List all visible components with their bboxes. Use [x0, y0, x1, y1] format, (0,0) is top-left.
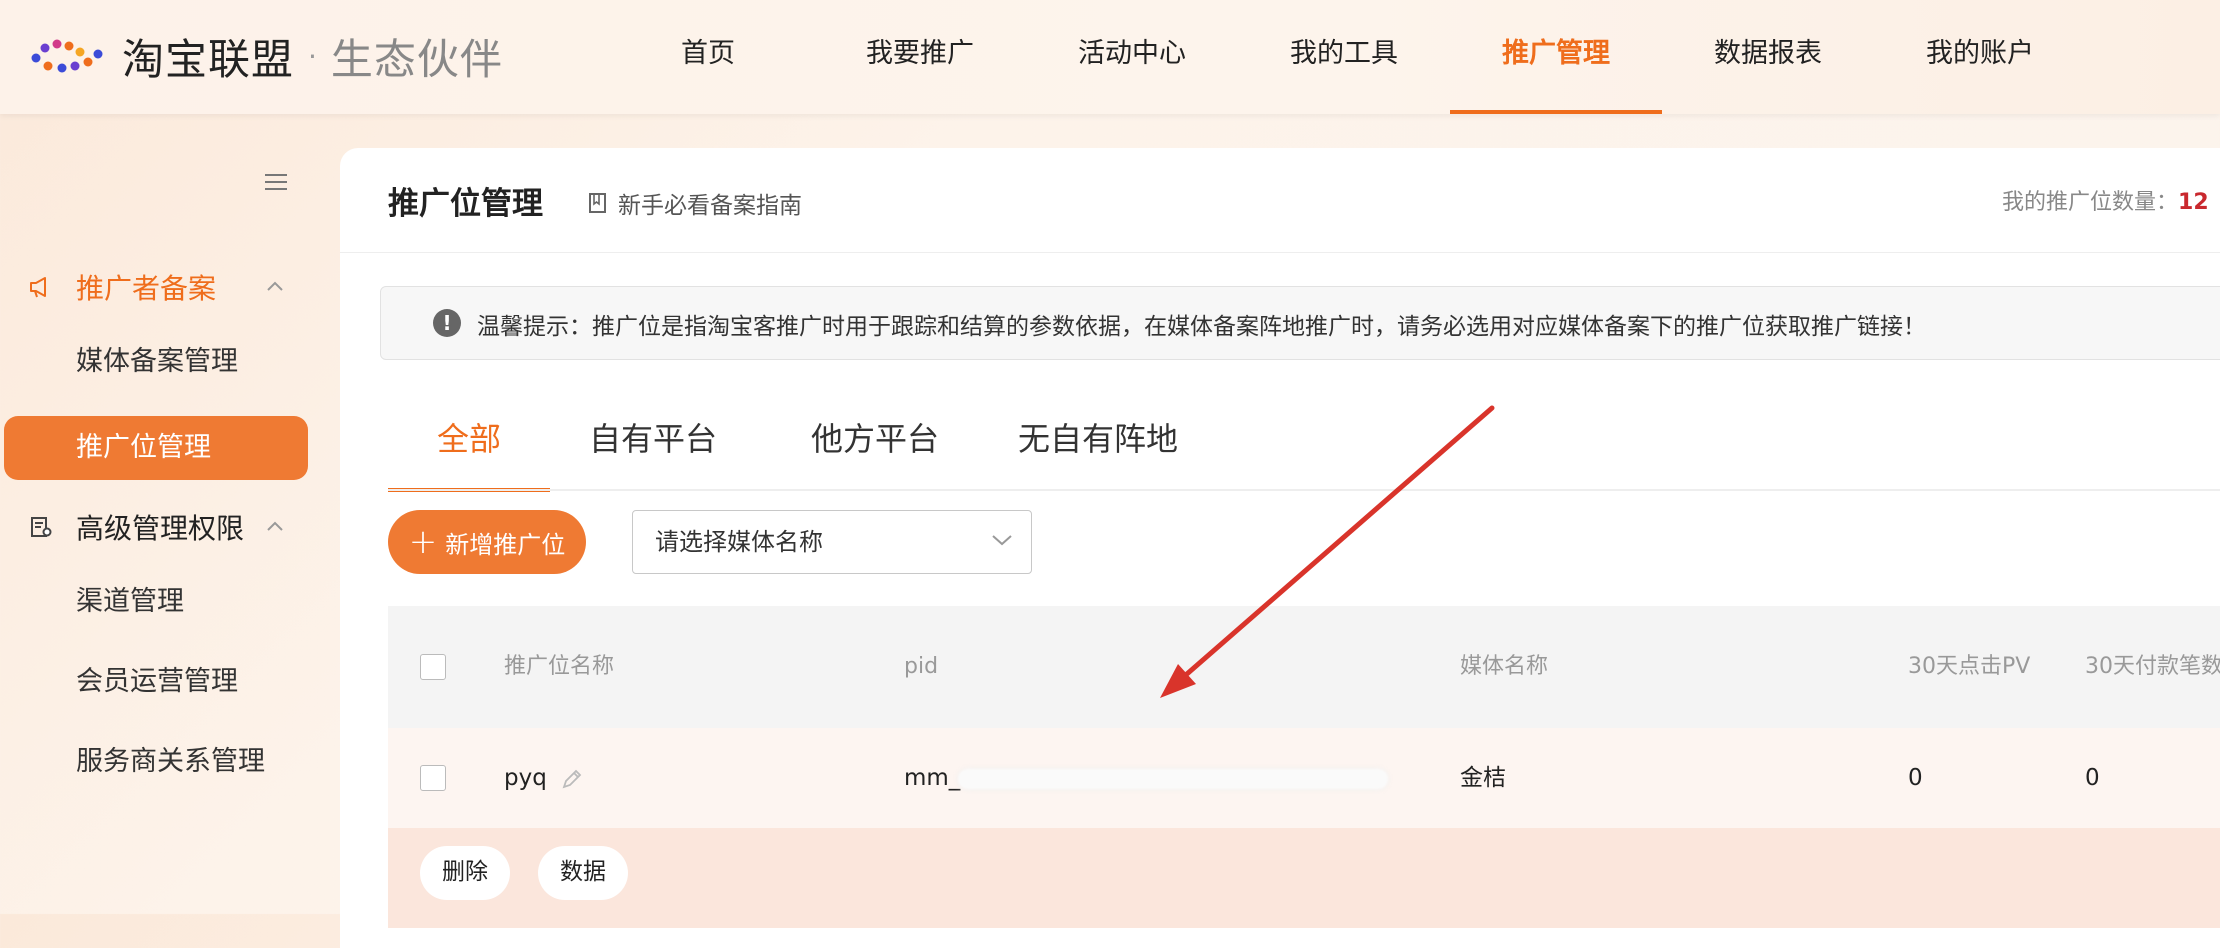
col-pid: pid [904, 654, 939, 679]
alimama-logo-icon [31, 39, 103, 73]
add-adzone-label: 新增推广位 [445, 530, 566, 559]
sidebar-section-label: 高级管理权限 [76, 512, 245, 545]
edit-pencil-icon[interactable] [560, 767, 584, 791]
chevron-up-icon [267, 521, 283, 531]
filing-guide-link[interactable]: 新手必看备案指南 [588, 186, 802, 220]
main-nav: 首页 我要推广 活动中心 我的工具 推广管理 数据报表 我的账户 [602, 0, 2086, 114]
adzone-name-text: pyq [504, 765, 547, 791]
chevron-down-icon [992, 535, 1012, 546]
admin-icon [28, 514, 54, 540]
plus-icon: + [408, 522, 438, 562]
nav-promotion-management[interactable]: 推广管理 [1450, 0, 1662, 114]
tab-third-party-platform[interactable]: 他方平台 [756, 392, 994, 492]
nav-activity-center[interactable]: 活动中心 [1026, 0, 1238, 114]
platform-tabs: 全部 自有平台 他方平台 无自有阵地 [388, 392, 1202, 492]
delete-button[interactable]: 删除 [420, 846, 510, 900]
adzone-count-value: 12 [2178, 190, 2209, 215]
row-30d-orders: 0 [2085, 765, 2100, 791]
adzone-count: 我的推广位数量：12 [2002, 184, 2209, 216]
sidebar-item-member-operations[interactable]: 会员运营管理 [4, 650, 308, 714]
row-actions: 删除 数据 [388, 828, 2220, 928]
nav-data-reports[interactable]: 数据报表 [1662, 0, 1874, 114]
chevron-up-icon [267, 281, 283, 291]
media-name-select[interactable]: 请选择媒体名称 [632, 510, 1032, 574]
main-content-card: 推广位管理 新手必看备案指南 我的推广位数量：12 ! 温馨提示：推广位是指淘宝… [340, 148, 2220, 948]
nav-my-tools[interactable]: 我的工具 [1238, 0, 1450, 114]
sidebar-item-adzone-management[interactable]: 推广位管理 [4, 416, 308, 480]
megaphone-icon [28, 274, 54, 300]
pid-text: mm_ [904, 765, 961, 791]
notice-text: 温馨提示：推广位是指淘宝客推广时用于跟踪和结算的参数依据，在媒体备案阵地推广时，… [477, 314, 1926, 340]
col-media-name: 媒体名称 [1460, 654, 1549, 679]
row-media-name: 金桔 [1460, 765, 1506, 791]
book-icon [589, 193, 606, 213]
collapse-menu-icon[interactable] [265, 174, 287, 192]
header-divider [340, 252, 2220, 253]
sidebar: 推广者备案 媒体备案管理 推广位管理 高级管理权限 渠道管理 会员运营管理 服务… [0, 114, 330, 914]
top-navigation-bar: 淘宝联盟 · 生态伙伴 首页 我要推广 活动中心 我的工具 推广管理 数据报表 … [0, 0, 2220, 114]
row-adzone-name: pyq [504, 728, 584, 828]
col-adzone-name: 推广位名称 [504, 654, 615, 679]
notice-banner: ! 温馨提示：推广位是指淘宝客推广时用于跟踪和结算的参数依据，在媒体备案阵地推广… [380, 286, 2220, 360]
nav-my-account[interactable]: 我的账户 [1874, 0, 2086, 114]
filing-guide-label: 新手必看备案指南 [618, 193, 802, 219]
media-select-placeholder: 请选择媒体名称 [655, 528, 823, 556]
brand-separator: · [308, 39, 317, 73]
tabs-underline [388, 489, 2220, 491]
table-header: 推广位名称 pid 媒体名称 30天点击PV 30天付款笔数 [388, 606, 2220, 728]
adzone-count-label: 我的推广位数量： [2002, 190, 2179, 215]
table-row: pyq mm_ 金桔 0 0 [388, 728, 2220, 828]
sidebar-section-label: 推广者备案 [76, 272, 217, 305]
select-all-checkbox[interactable] [420, 654, 446, 680]
row-checkbox[interactable] [420, 765, 446, 791]
page-title: 推广位管理 [388, 186, 543, 222]
brand-subtitle: 生态伙伴 [330, 34, 503, 84]
tab-all[interactable]: 全部 [388, 392, 550, 492]
sidebar-item-media-filing[interactable]: 媒体备案管理 [4, 330, 308, 394]
sidebar-item-channel-management[interactable]: 渠道管理 [4, 570, 308, 634]
col-30d-orders: 30天付款笔数 [2085, 654, 2220, 679]
nav-home[interactable]: 首页 [602, 0, 814, 114]
row-pid: mm_ [904, 728, 1389, 828]
exclamation-icon: ! [433, 309, 461, 337]
col-30d-pv: 30天点击PV [1908, 654, 2031, 679]
redacted-pid-mask [958, 768, 1389, 789]
row-30d-pv: 0 [1908, 765, 1923, 791]
sidebar-item-service-provider-relations[interactable]: 服务商关系管理 [4, 730, 308, 794]
nav-promote[interactable]: 我要推广 [814, 0, 1026, 114]
add-adzone-button[interactable]: + 新增推广位 [388, 510, 586, 574]
data-button[interactable]: 数据 [538, 846, 628, 900]
tab-own-platform[interactable]: 自有平台 [550, 392, 756, 492]
tab-no-own-channel[interactable]: 无自有阵地 [994, 392, 1202, 492]
brand-logo[interactable]: 淘宝联盟 · 生态伙伴 [28, 30, 503, 84]
sidebar-section-advanced-permissions[interactable]: 高级管理权限 [28, 502, 298, 552]
brand-name: 淘宝联盟 [122, 34, 295, 84]
sidebar-section-promoter-filing[interactable]: 推广者备案 [28, 262, 298, 312]
